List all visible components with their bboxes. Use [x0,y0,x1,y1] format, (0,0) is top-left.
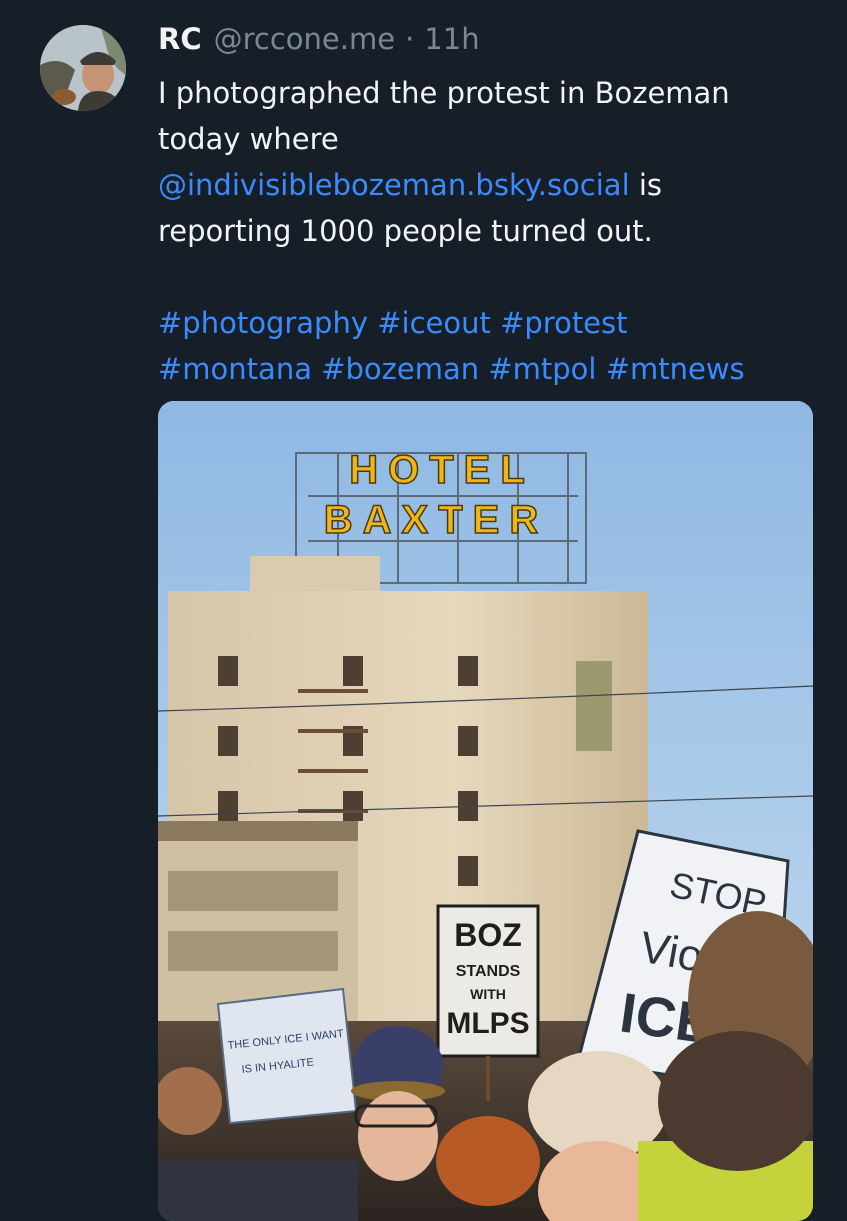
hashtags-line: #montana #bozeman #mtpol #mtnews [158,346,808,392]
header-separator: · [405,22,415,56]
hashtag-link[interactable]: #photography [158,306,368,340]
hashtag-link[interactable]: #bozeman [321,352,479,386]
post-header: RC @rccone.me · 11h [158,22,480,62]
post[interactable]: RC @rccone.me · 11h I photographed the p… [0,0,847,1221]
hashtag-link[interactable]: #iceout [377,306,491,340]
hashtag-link[interactable]: #protest [500,306,627,340]
sign-baxter-text: BAXTER [324,498,548,542]
hashtag-link[interactable]: #montana [158,352,312,386]
post-text-line: reporting 1000 people turned out. [158,214,653,248]
post-text: I photographed the protest in Bozeman to… [158,70,808,392]
post-text-line: @indivisiblebozeman.bsky.social is [158,162,808,208]
sign-boz-text: WITH [470,986,506,1002]
hashtags-line: #photography #iceout #protest [158,300,808,346]
mention-link[interactable]: @indivisiblebozeman.bsky.social [158,168,630,202]
post-timestamp[interactable]: 11h [424,22,479,56]
sign-boz-text: STANDS [456,963,521,980]
protest-photo: HOTEL BAXTER STOP ICE BOZ STANDS WITH ML… [158,401,813,1221]
hashtag-link[interactable]: #mtnews [606,352,745,386]
post-text-fragment: is [629,168,663,202]
post-text-line: I photographed the protest in Bozeman [158,76,730,110]
hashtag-link[interactable]: #mtpol [488,352,596,386]
sign-hotel-text: HOTEL [349,448,535,492]
avatar-image [40,25,126,111]
author-handle[interactable]: @rccone.me [214,22,395,56]
post-text-line: today where [158,122,339,156]
sign-hyalite: THE ONLY ICE I WANT IS IN HYALITE [216,987,358,1125]
post-photo[interactable]: HOTEL BAXTER STOP ICE BOZ STANDS WITH ML… [158,401,813,1221]
avatar[interactable] [40,25,126,111]
sign-boz-text: MLPS [446,1007,529,1040]
author-name[interactable]: RC [158,22,202,56]
sign-boz-text: BOZ [454,917,522,953]
